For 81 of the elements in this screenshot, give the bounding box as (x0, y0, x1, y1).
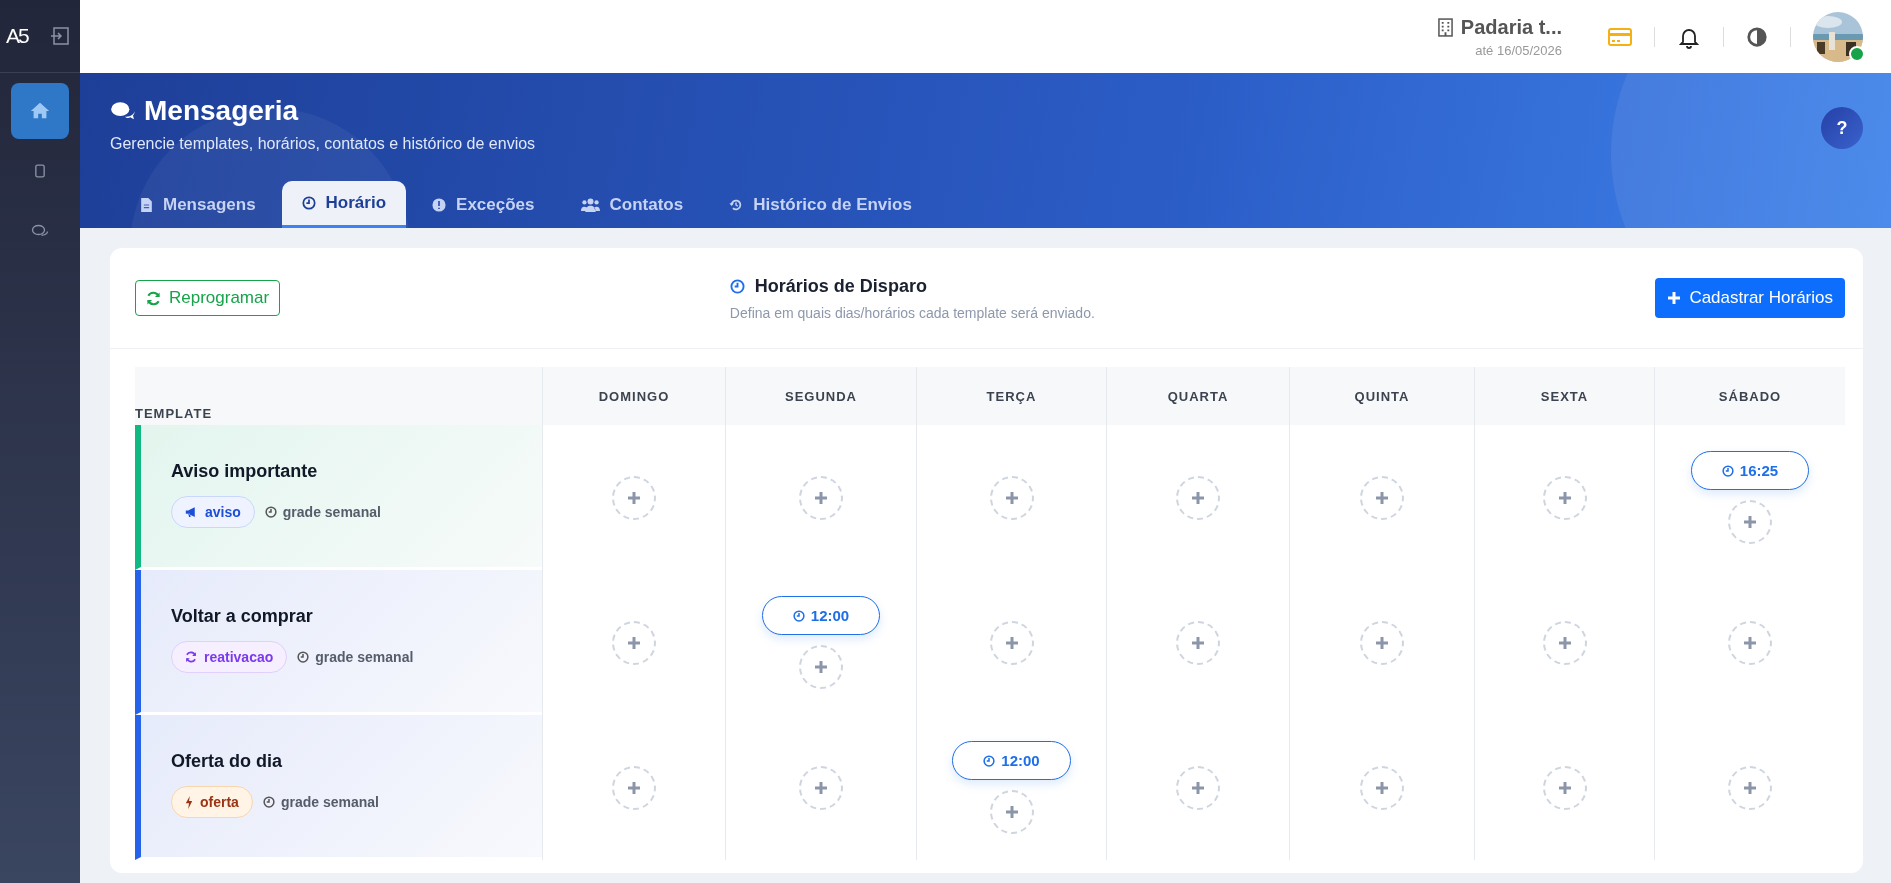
template-name: Aviso importante (171, 461, 319, 482)
add-schedule-button[interactable]: Cadastrar Horários (1655, 278, 1845, 318)
time-slot[interactable]: 16:25 (1690, 451, 1810, 490)
contrast-icon[interactable] (1746, 25, 1768, 48)
plus-icon (627, 490, 641, 505)
tab[interactable]: Horário (281, 181, 407, 228)
plus-icon (1557, 490, 1572, 505)
clock-icon (297, 651, 310, 663)
plus-icon (627, 635, 641, 650)
column-header: QUARTA (1167, 389, 1229, 404)
plus-icon (814, 660, 828, 674)
column-header: QUINTA (1354, 389, 1410, 404)
logout-icon[interactable] (50, 26, 70, 46)
users-icon (580, 197, 600, 212)
phone-icon (35, 164, 45, 178)
tab[interactable]: Histórico de Envios (709, 181, 932, 228)
clock-icon (1721, 464, 1734, 477)
plus-icon (814, 780, 828, 795)
panel-title: Horários de Disparo (754, 275, 927, 297)
column-header: SEXTA (1540, 389, 1589, 404)
clock-icon (983, 754, 996, 767)
plus-icon (1375, 490, 1389, 505)
plus-icon (1004, 490, 1019, 505)
megaphone-icon (185, 506, 198, 518)
category-tag: reativacao (171, 641, 288, 673)
plus-icon (1743, 780, 1757, 795)
column-header: SEGUNDA (785, 389, 857, 404)
column-header: TERÇA (986, 389, 1037, 404)
chat-icon (31, 223, 49, 239)
column-header: SÁBADO (1718, 389, 1782, 404)
subscription-date: até 16/05/2026 (1475, 42, 1562, 58)
clock-icon (301, 196, 316, 210)
plus-icon (1004, 635, 1019, 650)
column-header: DOMINGO (598, 389, 670, 404)
plus-icon (1743, 635, 1757, 650)
lightning-icon (185, 795, 193, 809)
logo: A5 (6, 24, 28, 48)
plus-icon (1557, 780, 1572, 795)
building-icon (1437, 17, 1453, 37)
clock-icon (792, 609, 805, 622)
clock-icon (264, 506, 277, 518)
page-subtitle: Gerencie templates, horários, contatos e histórico de envios (110, 135, 536, 153)
template-name: Voltar a comprar (171, 606, 314, 627)
plus-icon (1191, 780, 1205, 795)
plus-icon (1375, 635, 1389, 650)
schedule-mode: grade semanal (282, 504, 381, 520)
time-slot[interactable]: 12:00 (952, 741, 1071, 780)
help-button[interactable]: ? (1821, 107, 1863, 149)
template-name: Oferta do dia (171, 751, 283, 772)
company-name[interactable]: Padaria t... (1460, 15, 1562, 39)
sidebar-item[interactable] (11, 83, 69, 139)
refresh-icon (185, 651, 197, 663)
history-icon (729, 197, 744, 212)
clock-icon (262, 796, 275, 808)
clock-icon (729, 278, 745, 294)
tab[interactable]: Exceções (412, 181, 555, 228)
plus-icon (1743, 515, 1757, 529)
schedule-mode: grade semanal (315, 649, 414, 665)
tab[interactable]: Contatos (560, 181, 704, 228)
credit-card-icon[interactable] (1608, 27, 1632, 46)
column-header: TEMPLATE (135, 406, 213, 421)
plus-icon (1375, 780, 1389, 795)
document-icon (140, 196, 153, 213)
plus-icon (1667, 291, 1682, 305)
plus-icon (1004, 805, 1019, 819)
plus-icon (1557, 635, 1572, 650)
panel-subtitle: Defina em quais dias/horários cada template será enviado. (729, 304, 1096, 321)
category-tag: oferta (171, 786, 253, 818)
plus-icon (1191, 490, 1205, 505)
plus-icon (627, 780, 641, 795)
refresh-icon (146, 290, 161, 306)
plus-icon (1191, 635, 1205, 650)
reschedule-button[interactable]: Reprogramar (135, 280, 281, 316)
chat-icon (110, 101, 136, 121)
schedule-mode: grade semanal (280, 794, 379, 810)
plus-icon (814, 490, 828, 505)
time-slot[interactable]: 12:00 (761, 596, 881, 635)
page-title: Mensageria (144, 95, 299, 127)
tab[interactable]: Mensagens (120, 181, 276, 228)
category-tag: aviso (171, 496, 255, 528)
alert-icon (432, 197, 447, 212)
